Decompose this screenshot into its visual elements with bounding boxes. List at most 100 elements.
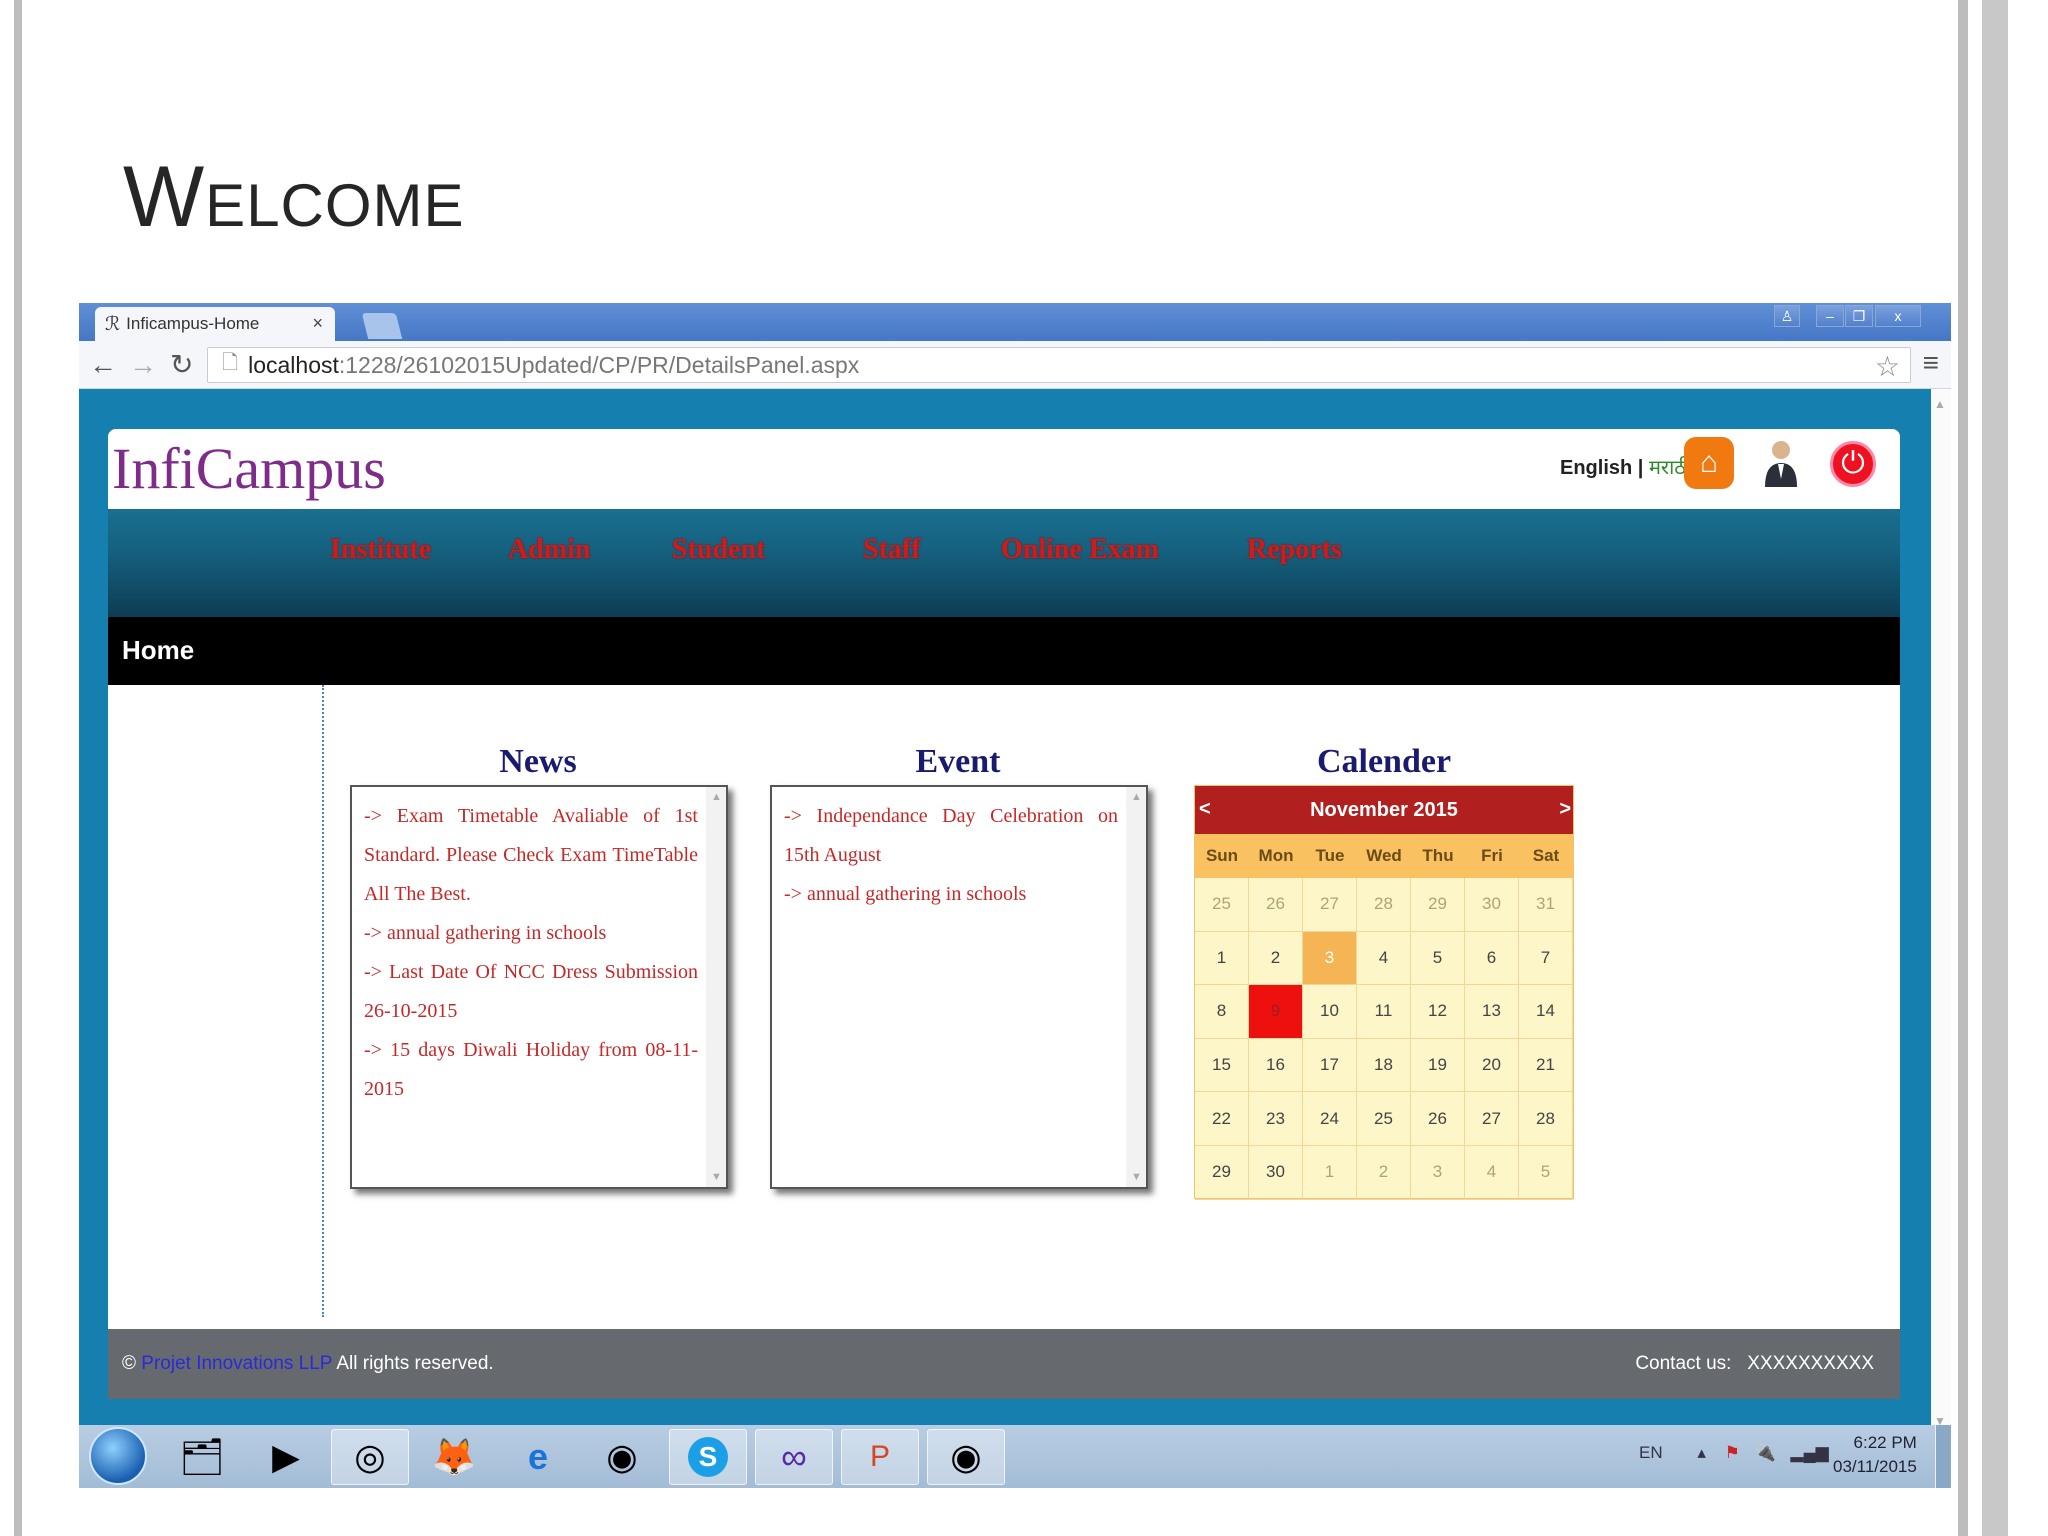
skype-icon[interactable]: S	[669, 1429, 747, 1485]
calendar-day[interactable]: 1	[1303, 1145, 1357, 1200]
calendar-day[interactable]: 18	[1357, 1038, 1411, 1093]
calendar-day[interactable]: 24	[1303, 1092, 1357, 1146]
browser-tab[interactable]: ℛ Inficampus-Home ×	[95, 307, 335, 341]
powerpoint-icon[interactable]: P	[841, 1429, 919, 1485]
breadcrumb-home[interactable]: Home	[122, 635, 194, 666]
start-button[interactable]	[89, 1427, 147, 1485]
calendar-day[interactable]: 5	[1519, 1145, 1573, 1200]
action-center-flag-icon[interactable]: ⚑	[1725, 1443, 1740, 1462]
page-scrollbar[interactable]: ▲ ▼	[1931, 389, 1951, 1434]
calendar-day[interactable]: 3	[1411, 1145, 1465, 1200]
file-explorer-icon[interactable]: 🗂	[163, 1429, 241, 1485]
close-window-button[interactable]: x	[1875, 305, 1921, 327]
nav-reports[interactable]: Reports	[1247, 534, 1342, 566]
calendar-day[interactable]: 27	[1465, 1092, 1519, 1146]
tab-close-icon[interactable]: ×	[312, 313, 323, 334]
calendar-day[interactable]: 6	[1465, 931, 1519, 986]
calendar-day[interactable]: 29	[1195, 1145, 1249, 1200]
infinity-app-icon[interactable]: ∞	[755, 1429, 833, 1485]
calendar-day[interactable]: 1	[1195, 931, 1249, 986]
profile-icon[interactable]: ♙	[1774, 305, 1800, 327]
news-item[interactable]: -> 15 days Diwali Holiday from 08-11-201…	[364, 1031, 698, 1109]
news-item[interactable]: -> Last Date Of NCC Dress Submission 26-…	[364, 953, 698, 1031]
calendar-day[interactable]: 14	[1519, 985, 1573, 1039]
network-signal-icon[interactable]: ▂▄▆	[1791, 1443, 1829, 1462]
calendar-day[interactable]: 5	[1411, 931, 1465, 986]
calendar-day[interactable]: 3	[1303, 931, 1357, 986]
calendar-day[interactable]: 31	[1519, 878, 1573, 932]
site-logo[interactable]: InfiCampus	[112, 435, 386, 502]
calendar-day[interactable]: 19	[1411, 1038, 1465, 1093]
calendar-day[interactable]: 23	[1249, 1092, 1303, 1146]
calendar-day[interactable]: 10	[1303, 985, 1357, 1039]
clock[interactable]: 6:22 PM 03/11/2015	[1833, 1431, 1917, 1479]
firefox-icon[interactable]: 🦊	[415, 1429, 493, 1485]
minimize-button[interactable]: –	[1816, 305, 1844, 327]
calendar-day[interactable]: 2	[1249, 931, 1303, 986]
input-language[interactable]: EN	[1639, 1443, 1663, 1462]
calendar-day[interactable]: 25	[1195, 878, 1249, 932]
reload-icon[interactable]: ↻	[170, 349, 193, 381]
company-link[interactable]: Projet Innovations LLP	[141, 1353, 332, 1374]
calendar-day[interactable]: 7	[1519, 931, 1573, 986]
forward-arrow-icon[interactable]: →	[129, 349, 157, 381]
calendar-day[interactable]: 26	[1411, 1092, 1465, 1146]
calendar-day[interactable]: 12	[1411, 985, 1465, 1039]
calendar-day[interactable]: 30	[1465, 878, 1519, 932]
calendar-day[interactable]: 16	[1249, 1038, 1303, 1093]
calendar-day[interactable]: 30	[1249, 1145, 1303, 1200]
calendar-day[interactable]: 11	[1357, 985, 1411, 1039]
user-profile-icon[interactable]	[1756, 437, 1806, 489]
calendar-day[interactable]: 29	[1411, 878, 1465, 932]
calendar-day[interactable]: 9	[1249, 985, 1303, 1039]
calendar-prev-button[interactable]: <	[1199, 798, 1211, 821]
calendar-day[interactable]: 2	[1357, 1145, 1411, 1200]
back-arrow-icon[interactable]: ←	[89, 349, 117, 381]
scroll-down-icon[interactable]: ▼	[1131, 1171, 1142, 1183]
calendar-day[interactable]: 20	[1465, 1038, 1519, 1093]
calendar-day[interactable]: 15	[1195, 1038, 1249, 1093]
calendar-day[interactable]: 22	[1195, 1092, 1249, 1146]
internet-explorer-icon[interactable]: e	[499, 1429, 577, 1485]
calendar-day[interactable]: 28	[1357, 878, 1411, 932]
calendar-day[interactable]: 4	[1465, 1145, 1519, 1200]
calendar-day[interactable]: 28	[1519, 1092, 1573, 1146]
nav-online-exam[interactable]: Online Exam	[1001, 534, 1159, 566]
calendar-day[interactable]: 13	[1465, 985, 1519, 1039]
calendar-day[interactable]: 4	[1357, 931, 1411, 986]
address-bar[interactable]: 🗋 localhost :1228/26102015Updated/CP/PR/…	[207, 347, 1911, 383]
show-desktop-button[interactable]	[1935, 1425, 1951, 1488]
calendar-day[interactable]: 17	[1303, 1038, 1357, 1093]
nav-institute[interactable]: Institute	[330, 534, 431, 566]
power-logout-icon[interactable]: ⏻	[1830, 441, 1876, 487]
calendar-day[interactable]: 27	[1303, 878, 1357, 932]
new-tab-button[interactable]	[361, 313, 403, 339]
calendar-day[interactable]: 25	[1357, 1092, 1411, 1146]
news-scrollbar[interactable]: ▲ ▼	[706, 787, 726, 1187]
power-plug-icon[interactable]: 🔌	[1755, 1443, 1776, 1462]
media-player-icon[interactable]: ▶	[247, 1429, 325, 1485]
scroll-up-icon[interactable]: ▲	[711, 791, 722, 803]
menu-icon[interactable]: ≡	[1923, 347, 1939, 379]
chrome-icon[interactable]: ◉	[583, 1429, 661, 1485]
event-item[interactable]: -> annual gathering in schools	[784, 875, 1118, 914]
restore-button[interactable]: ❐	[1845, 305, 1873, 327]
scroll-up-icon[interactable]: ▲	[1934, 397, 1946, 411]
chrome-active-icon[interactable]: ◉	[927, 1429, 1005, 1485]
nav-student[interactable]: Student	[672, 534, 765, 566]
news-item[interactable]: -> Exam Timetable Avaliable of 1st Stand…	[364, 797, 698, 914]
home-icon[interactable]: ⌂	[1684, 437, 1734, 489]
bookmark-star-icon[interactable]: ☆	[1875, 350, 1900, 383]
scroll-down-icon[interactable]: ▼	[711, 1171, 722, 1183]
news-item[interactable]: -> annual gathering in schools	[364, 914, 698, 953]
calendar-day[interactable]: 21	[1519, 1038, 1573, 1093]
calendar-day[interactable]: 26	[1249, 878, 1303, 932]
calendar-day[interactable]: 8	[1195, 985, 1249, 1039]
calendar-next-button[interactable]: >	[1559, 798, 1571, 821]
event-scrollbar[interactable]: ▲ ▼	[1126, 787, 1146, 1187]
event-item[interactable]: -> Independance Day Celebration on 15th …	[784, 797, 1118, 875]
lang-english-link[interactable]: English	[1560, 457, 1632, 479]
tray-expand-icon[interactable]: ▴	[1697, 1443, 1706, 1462]
nav-admin[interactable]: Admin	[508, 534, 590, 566]
app-icon[interactable]: ◎	[331, 1429, 409, 1485]
